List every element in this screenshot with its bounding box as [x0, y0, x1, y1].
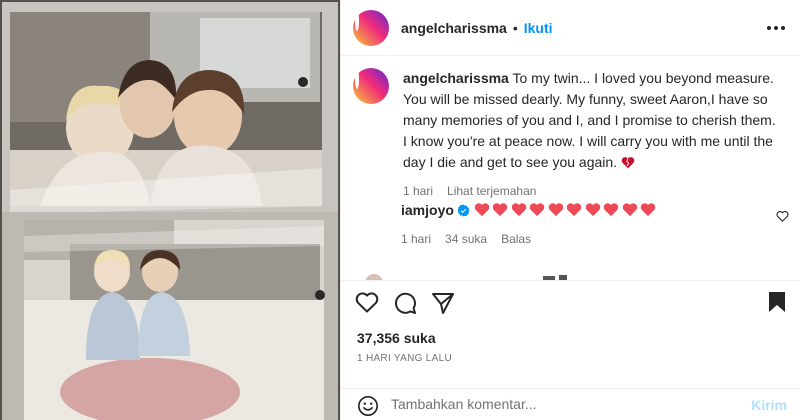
reply-button[interactable]: Balas: [501, 229, 531, 250]
comment-hearts: [474, 202, 659, 218]
verified-icon: [457, 204, 470, 217]
red-heart-emoji-icon: [585, 203, 601, 217]
follow-button[interactable]: Ikuti: [524, 20, 553, 36]
red-heart-emoji-icon: [567, 203, 582, 217]
more-icon[interactable]: [765, 20, 787, 36]
see-translation-link[interactable]: Lihat terjemahan: [447, 181, 536, 202]
post-actions: [341, 280, 800, 322]
red-heart-emoji-icon: [622, 203, 638, 217]
send-button[interactable]: Kirim: [751, 397, 787, 413]
photo-of-childhood-pictures: [0, 0, 340, 420]
caption-avatar[interactable]: [353, 68, 389, 104]
red-heart-emoji-icon: [641, 203, 656, 217]
red-heart-emoji-icon: [530, 203, 545, 217]
comment-icon[interactable]: [393, 291, 417, 315]
red-heart-emoji-icon: [474, 203, 490, 217]
broken-heart-emoji-icon: [621, 157, 635, 169]
comment-likes[interactable]: 34 suka: [445, 229, 487, 250]
comment-input[interactable]: [391, 393, 731, 415]
caption-time[interactable]: 1 hari: [403, 181, 433, 202]
caption-text-block: angelcharissma To my twin... I loved you…: [403, 68, 783, 173]
caption-username[interactable]: angelcharissma: [403, 70, 509, 86]
next-comment-partial: [353, 266, 793, 280]
bookmark-icon[interactable]: [767, 291, 787, 313]
red-heart-emoji-icon: [493, 203, 508, 217]
heart-icon[interactable]: [355, 291, 379, 313]
share-icon[interactable]: [431, 291, 455, 315]
caption-meta: 1 hari Lihat terjemahan: [403, 181, 783, 202]
comments-list[interactable]: angelcharissma To my twin... I loved you…: [341, 56, 800, 280]
comment-composer: Kirim: [341, 388, 800, 420]
red-heart-emoji-icon: [548, 203, 564, 217]
comment-like-heart-icon[interactable]: [776, 210, 789, 222]
post-timestamp: 1 HARI YANG LALU: [357, 353, 453, 364]
caption: angelcharissma To my twin... I loved you…: [341, 68, 800, 202]
emoji-icon[interactable]: [357, 395, 379, 417]
likes-count[interactable]: 37,356 suka: [357, 330, 436, 346]
post-side-panel: angelcharissma • Ikuti angelcharissma To…: [340, 0, 800, 420]
comment-item: iamjoyo 1 hari 34 suka Balas: [341, 200, 800, 250]
commenter-avatar[interactable]: [353, 200, 385, 232]
comment-meta: 1 hari 34 suka Balas: [401, 229, 771, 250]
author-avatar[interactable]: [353, 9, 389, 46]
red-heart-emoji-icon: [511, 203, 527, 217]
separator-dot: •: [512, 19, 518, 36]
comment-text: iamjoyo: [401, 200, 771, 221]
comment-time[interactable]: 1 hari: [401, 229, 431, 250]
post-header: angelcharissma • Ikuti: [341, 0, 800, 56]
red-heart-emoji-icon: [604, 203, 619, 217]
post-photo[interactable]: [0, 0, 340, 420]
commenter-username[interactable]: iamjoyo: [401, 202, 454, 218]
author-username[interactable]: angelcharissma: [401, 20, 507, 36]
